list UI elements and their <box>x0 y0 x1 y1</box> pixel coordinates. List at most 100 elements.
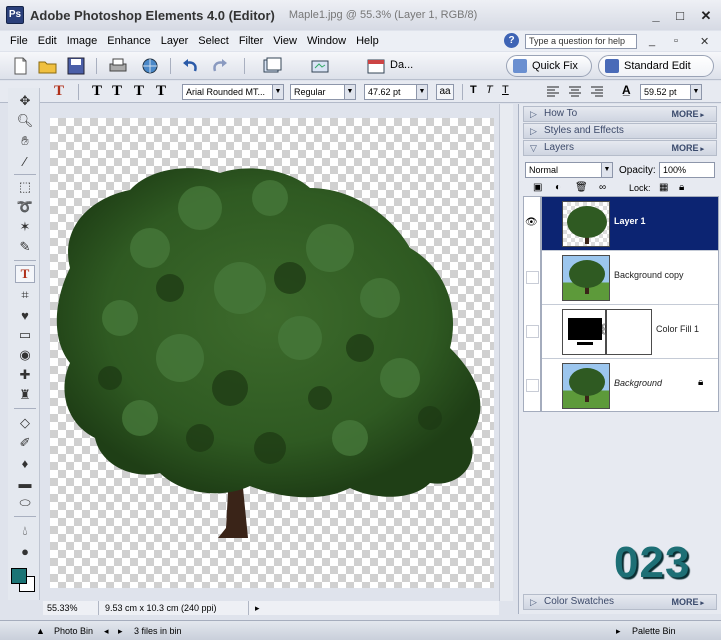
eyedropper-tool-icon[interactable]: ⁄ <box>15 152 35 170</box>
close-button[interactable]: ✕ <box>698 8 714 24</box>
font-style-select[interactable]: Regular ▼ <box>290 84 356 100</box>
date-view-label[interactable]: Da... <box>390 59 413 71</box>
paint-bucket-tool-icon[interactable]: ♦ <box>15 454 35 472</box>
visibility-toggle[interactable] <box>526 325 539 338</box>
crop-tool-icon[interactable]: ⌗ <box>15 286 35 304</box>
standard-edit-button[interactable]: Standard Edit <box>598 55 714 77</box>
zoom-level[interactable]: 55.33% <box>43 601 99 615</box>
brush-tool-icon[interactable]: ✐ <box>15 434 35 452</box>
new-layer-icon[interactable]: ▣ <box>533 182 542 193</box>
layer-row[interactable]: Background copy <box>542 251 718 305</box>
menu-filter[interactable]: Filter <box>234 35 268 47</box>
date-view-icon[interactable] <box>366 57 386 75</box>
align-center-icon[interactable] <box>568 85 582 99</box>
underline-button[interactable]: T <box>502 84 509 96</box>
menu-enhance[interactable]: Enhance <box>102 35 155 47</box>
lock-all-icon[interactable]: 🔒︎ <box>679 182 684 193</box>
align-left-icon[interactable] <box>546 85 560 99</box>
print-icon[interactable] <box>108 57 128 75</box>
layers-more-button[interactable]: MORE <box>672 141 704 157</box>
layer-row[interactable]: Layer 1 <box>542 197 718 251</box>
previous-icon[interactable]: ◂ <box>104 626 109 637</box>
how-to-palette-header[interactable]: ▷ How To MORE <box>523 106 717 122</box>
new-document-icon[interactable] <box>10 57 30 75</box>
status-arrow-icon[interactable]: ▸ <box>255 601 260 615</box>
marquee-tool-icon[interactable]: ⬚ <box>15 178 35 196</box>
palette-bin-toggle-icon[interactable]: ▸ <box>616 626 621 637</box>
menu-image[interactable]: Image <box>62 35 103 47</box>
eraser-tool-icon[interactable]: ◇ <box>15 414 35 432</box>
undo-icon[interactable] <box>180 57 200 75</box>
lasso-tool-icon[interactable]: ➰ <box>15 198 35 216</box>
opacity-input[interactable]: 100% <box>659 162 715 178</box>
gradient-tool-icon[interactable]: ▬ <box>15 474 35 492</box>
quick-fix-button[interactable]: Quick Fix <box>506 55 592 77</box>
cookie-cutter-tool-icon[interactable]: ♥ <box>15 306 35 324</box>
help-search-input[interactable]: Type a question for help <box>525 34 637 49</box>
vertical-type-mask-icon[interactable]: T <box>156 83 166 100</box>
photo-bin-toggle-icon[interactable]: ▲ <box>36 626 45 636</box>
horizontal-type-mask-icon[interactable]: T <box>134 83 144 100</box>
styles-effects-palette-header[interactable]: ▷ Styles and Effects <box>523 123 717 139</box>
help-icon[interactable]: ? <box>504 33 519 48</box>
type-tool-icon[interactable]: T <box>15 265 35 283</box>
layer-row[interactable]: ⛓︎ Color Fill 1 <box>542 305 718 359</box>
doc-restore-button[interactable]: ▫ <box>674 35 678 47</box>
move-tool-icon[interactable]: ✥ <box>15 92 35 110</box>
horizontal-type-icon[interactable]: T <box>92 83 102 100</box>
adjustment-layer-icon[interactable]: ◐ <box>555 182 561 193</box>
hand-tool-icon[interactable]: ✋︎ <box>15 132 35 150</box>
sponge-tool-icon[interactable]: ● <box>15 542 35 560</box>
font-family-select[interactable]: Arial Rounded MT... ▼ <box>182 84 284 100</box>
photo-browser-icon[interactable] <box>262 57 282 75</box>
menu-edit[interactable]: Edit <box>33 35 62 47</box>
open-folder-icon[interactable] <box>38 57 58 75</box>
anti-alias-button[interactable]: aa <box>436 84 454 100</box>
maximize-button[interactable]: □ <box>672 8 688 23</box>
blur-tool-icon[interactable]: 💧︎ <box>15 522 35 540</box>
doc-close-button[interactable]: ✕ <box>700 35 709 48</box>
layers-palette-header[interactable]: ▽ Layers MORE <box>523 140 717 156</box>
layer-row[interactable]: Background 🔒︎ <box>542 359 718 411</box>
leading-select[interactable]: 59.52 pt ▼ <box>640 84 702 100</box>
zoom-tool-icon[interactable]: 🔍︎ <box>15 112 35 130</box>
palette-bin-label[interactable]: Palette Bin <box>632 626 676 636</box>
organizer-icon[interactable] <box>310 57 330 75</box>
magic-wand-tool-icon[interactable]: ✶ <box>15 218 35 236</box>
save-icon[interactable] <box>66 57 86 75</box>
redo-icon[interactable] <box>210 57 230 75</box>
visibility-toggle[interactable] <box>526 271 539 284</box>
menu-file[interactable]: File <box>5 35 33 47</box>
red-eye-tool-icon[interactable]: ◉ <box>15 346 35 364</box>
link-icon[interactable]: ∞ <box>599 182 606 193</box>
italic-button[interactable]: T <box>486 84 493 96</box>
trash-icon[interactable]: 🗑︎ <box>575 182 588 193</box>
color-swatches-more-button[interactable]: MORE <box>672 595 704 611</box>
lock-transparency-icon[interactable]: ▦ <box>659 182 668 193</box>
vertical-scrollbar[interactable] <box>499 104 513 601</box>
how-to-more-button[interactable]: MORE <box>672 107 704 123</box>
color-swatches-palette-header[interactable]: ▷ Color Swatches MORE <box>523 594 717 610</box>
foreground-color-swatch-front[interactable] <box>11 568 27 584</box>
blend-mode-select[interactable]: Normal ▼ <box>525 162 613 178</box>
menu-view[interactable]: View <box>268 35 302 47</box>
online-services-icon[interactable] <box>140 57 160 75</box>
menu-layer[interactable]: Layer <box>156 35 194 47</box>
vertical-type-icon[interactable]: T <box>112 83 122 100</box>
menu-window[interactable]: Window <box>302 35 351 47</box>
doc-minimize-button[interactable]: _ <box>649 35 655 47</box>
selection-brush-tool-icon[interactable]: ✎ <box>15 238 35 256</box>
image-canvas[interactable] <box>50 118 494 588</box>
photo-bin-label[interactable]: Photo Bin <box>54 626 93 636</box>
menu-help[interactable]: Help <box>351 35 384 47</box>
shape-tool-icon[interactable]: ⬭ <box>15 494 35 512</box>
next-icon[interactable]: ▸ <box>118 626 123 637</box>
minimize-button[interactable]: _ <box>648 8 664 23</box>
menu-select[interactable]: Select <box>193 35 234 47</box>
healing-brush-tool-icon[interactable]: ✚ <box>15 366 35 384</box>
visibility-toggle[interactable] <box>526 379 539 392</box>
font-size-select[interactable]: 47.62 pt ▼ <box>364 84 428 100</box>
bold-button[interactable]: T <box>470 84 477 96</box>
eye-icon[interactable]: 👁︎ <box>525 217 538 228</box>
align-right-icon[interactable] <box>590 85 604 99</box>
